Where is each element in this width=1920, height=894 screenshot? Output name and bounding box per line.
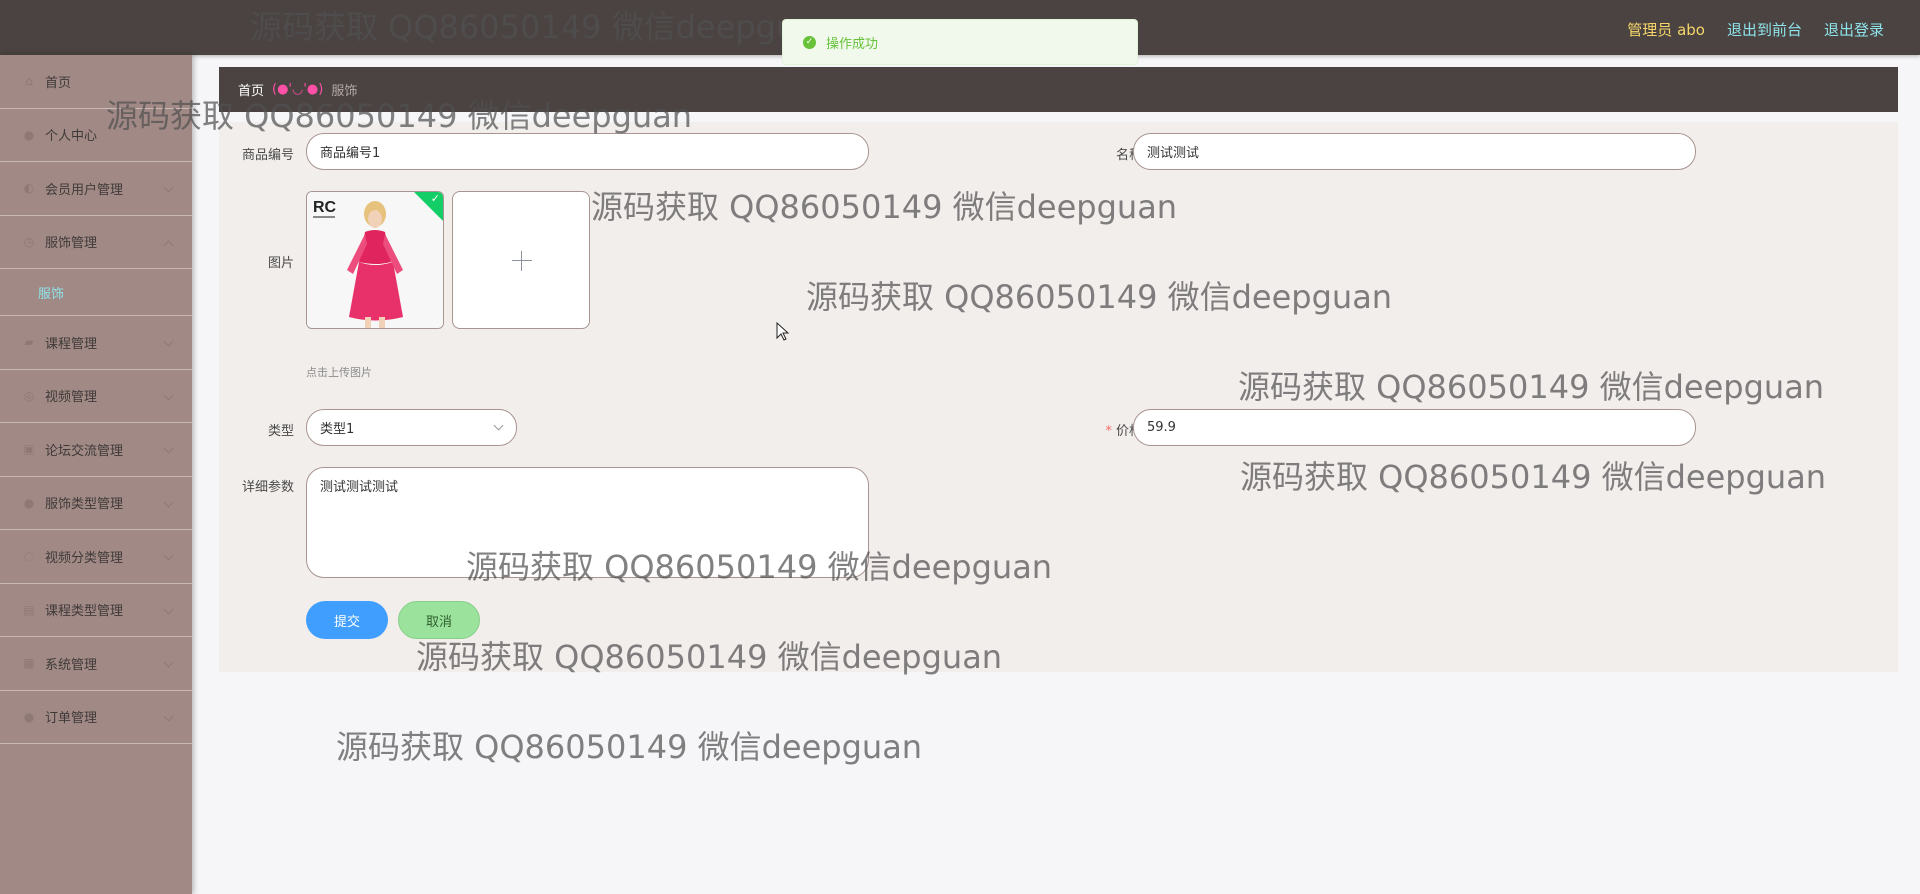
course-icon: ▰ <box>24 335 34 350</box>
check-circle-icon: ✓ <box>803 35 816 49</box>
sidebar-item-profile[interactable]: ● 个人中心 <box>0 109 192 162</box>
user-icon: ● <box>23 127 35 142</box>
home-icon: ⌂ <box>25 74 33 89</box>
sidebar-item-clothing[interactable]: ◷ 服饰管理 <box>0 216 192 269</box>
sidebar-item-courses[interactable]: ▰ 课程管理 <box>0 316 192 370</box>
required-mark: * <box>1105 424 1112 439</box>
sidebar-item-members[interactable]: ◐ 会员用户管理 <box>0 162 192 216</box>
submenu-item-clothing[interactable]: 服饰 <box>0 269 192 316</box>
name-input[interactable]: 测试测试 <box>1133 133 1696 170</box>
admin-label: 管理员 abo <box>1627 21 1705 39</box>
sidebar-item-label: 服饰类型管理 <box>45 497 124 513</box>
uploaded-image[interactable]: RC ✓ <box>306 191 444 329</box>
chevron-down-icon <box>163 711 174 721</box>
sidebar-item-video-categories[interactable]: ◌ 视频分类管理 <box>0 530 192 584</box>
list-icon: ▤ <box>23 602 35 617</box>
chevron-down-icon <box>163 604 174 614</box>
sidebar-item-clothing-types[interactable]: ● 服饰类型管理 <box>0 477 192 530</box>
detail-textarea[interactable]: 测试测试测试 <box>306 467 869 578</box>
sidebar-item-orders[interactable]: ● 订单管理 <box>0 691 192 744</box>
tag-icon: ● <box>23 495 35 510</box>
system-icon: ▦ <box>23 656 35 671</box>
sidebar-item-label: 论坛交流管理 <box>45 443 124 459</box>
check-icon: ✓ <box>430 192 440 205</box>
sidebar-item-videos[interactable]: ◎ 视频管理 <box>0 370 192 423</box>
upload-hint: 点击上传图片 <box>306 366 372 379</box>
brand-text: RC <box>313 199 337 216</box>
sidebar-item-label: 视频管理 <box>45 390 98 406</box>
price-input[interactable]: 59.9 <box>1133 409 1696 446</box>
top-links: 管理员 abo 退出到前台 退出登录 <box>1627 19 1884 40</box>
code-input[interactable]: 商品编号1 <box>306 133 869 170</box>
cancel-button[interactable]: 取消 <box>398 601 480 639</box>
toast-message: 操作成功 <box>826 36 879 52</box>
submit-button[interactable]: 提交 <box>306 601 388 639</box>
type-select-value: 类型1 <box>320 422 355 437</box>
chevron-down-icon <box>163 390 174 400</box>
chevron-down-icon <box>163 336 174 347</box>
users-icon: ◐ <box>23 181 35 196</box>
type-select[interactable]: 类型1 <box>306 409 517 446</box>
submenu-item-label: 服饰 <box>38 286 65 302</box>
breadcrumb-home[interactable]: 首页 <box>238 80 264 99</box>
sidebar-item-label: 个人中心 <box>45 129 98 145</box>
detail-label: 详细参数 <box>241 480 294 495</box>
form-panel: 商品编号 商品编号1 名称 测试测试 图片 RC ✓ 点击上传图片 类型 类型1… <box>219 122 1898 672</box>
category-icon: ◌ <box>23 549 35 564</box>
logout-link[interactable]: 退出登录 <box>1824 19 1884 40</box>
breadcrumb-current: 服饰 <box>331 84 358 99</box>
type-label: 类型 <box>267 424 294 439</box>
breadcrumb: 首页 (●'◡'●) 服饰 <box>219 67 1898 112</box>
front-page-link[interactable]: 退出到前台 <box>1727 19 1802 40</box>
breadcrumb-separator: (●'◡'●) <box>272 82 324 97</box>
sidebar-item-label: 系统管理 <box>45 657 98 673</box>
sidebar-item-label: 课程管理 <box>45 336 98 352</box>
success-toast: ✓ 操作成功 <box>782 19 1138 65</box>
upload-add-button[interactable] <box>452 191 590 329</box>
chevron-down-icon <box>163 443 174 454</box>
sidebar-item-forum[interactable]: ▣ 论坛交流管理 <box>0 423 192 477</box>
image-label: 图片 <box>267 256 294 271</box>
dress-photo: RC <box>307 192 443 328</box>
chevron-down-icon <box>163 182 174 193</box>
sidebar-item-course-types[interactable]: ▤ 课程类型管理 <box>0 584 192 637</box>
chevron-down-icon <box>163 657 174 668</box>
video-icon: ◎ <box>23 388 35 403</box>
forum-icon: ▣ <box>23 442 35 457</box>
sidebar: ⌂ 首页 ● 个人中心 ◐ 会员用户管理 ◷ 服饰管理 服饰 ▰ 课程管理 ◎ … <box>0 55 192 894</box>
sidebar-item-label: 订单管理 <box>45 711 98 727</box>
watermark: 源码获取 QQ86050149 微信deepguan <box>336 728 923 766</box>
chevron-down-icon <box>163 550 174 561</box>
sidebar-item-label: 会员用户管理 <box>45 182 124 198</box>
sidebar-item-home[interactable]: ⌂ 首页 <box>0 55 192 109</box>
plus-icon <box>512 251 532 271</box>
code-label: 商品编号 <box>241 148 294 163</box>
sidebar-item-label: 服饰管理 <box>45 236 98 252</box>
chevron-up-icon <box>163 240 174 250</box>
chevron-down-icon <box>163 497 174 507</box>
sidebar-item-label: 视频分类管理 <box>45 550 124 566</box>
chevron-down-icon <box>493 420 504 431</box>
sidebar-item-label: 课程类型管理 <box>45 604 124 620</box>
sidebar-item-system[interactable]: ▦ 系统管理 <box>0 637 192 691</box>
clothing-icon: ◷ <box>23 234 35 249</box>
sidebar-item-label: 首页 <box>45 75 72 91</box>
order-icon: ● <box>23 709 35 724</box>
mouse-cursor-icon <box>776 322 790 341</box>
